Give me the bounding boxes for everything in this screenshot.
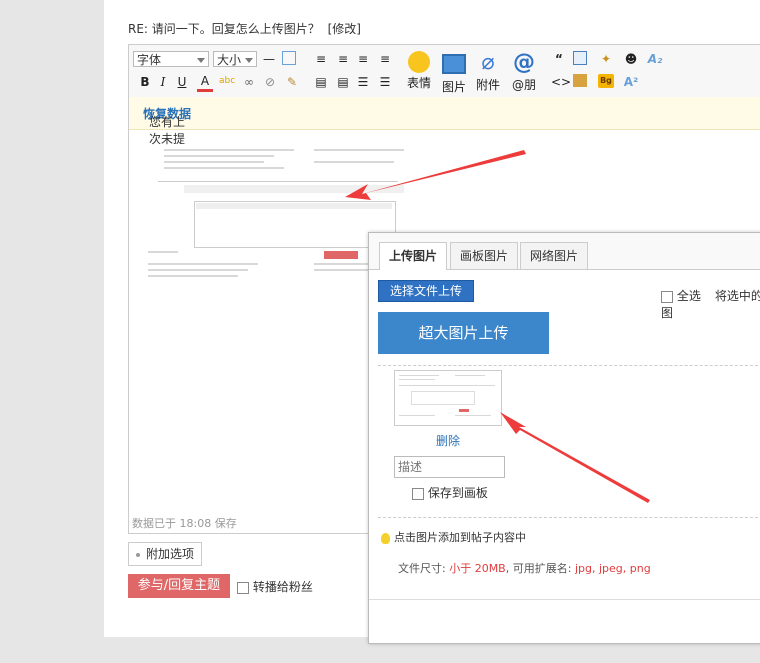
ordered-list-icon[interactable]: ☰ [355, 74, 371, 90]
save-to-board-label: 保存到画板 [427, 486, 488, 500]
align-right-icon[interactable]: ≡ [355, 51, 371, 67]
divider [378, 365, 760, 366]
quote-icon[interactable]: “ [551, 51, 567, 67]
font-family-select[interactable]: 字体 [133, 51, 209, 67]
link-icon[interactable]: ∞ [241, 74, 257, 90]
tab-board-image[interactable]: 画板图片 [450, 242, 518, 269]
attachment-button[interactable]: ⌀ 附件 [472, 51, 504, 93]
dialog-tabs: 上传图片 画板图片 网络图片 [369, 233, 760, 270]
emoji-label: 表情 [406, 76, 431, 90]
bold-button[interactable]: B [137, 74, 153, 90]
lightbulb-icon [381, 532, 390, 544]
reply-title: RE: 请问一下。回复怎么上传图片？ [修改] [128, 20, 361, 37]
horizontal-rule-icon[interactable]: — [261, 51, 277, 67]
forward-to-fans[interactable]: 转播给粉丝 [237, 578, 313, 595]
font-color-button[interactable]: A [197, 73, 213, 92]
align-left-icon[interactable]: ≡ [313, 51, 329, 67]
code-icon[interactable]: <> [551, 74, 571, 90]
choose-file-button[interactable]: 选择文件上传 [378, 280, 474, 302]
uploaded-image-thumbnail[interactable] [394, 370, 502, 426]
align-justify-icon[interactable]: ≡ [377, 51, 393, 67]
reply-title-text: 请问一下。回复怎么上传图片？ [151, 22, 320, 36]
superscript-icon[interactable]: A² [623, 74, 639, 90]
align-center-icon[interactable]: ≡ [335, 51, 351, 67]
tip-text: 点击图片添加到帖子内容中 [381, 529, 526, 545]
reply-prefix: RE: [128, 22, 152, 36]
large-image-upload-button[interactable]: 超大图片上传 [378, 312, 549, 354]
saved-status: 数据已于 18:08 保存 [132, 517, 237, 530]
image-upload-dialog: 上传图片 画板图片 网络图片 选择文件上传 全选 将选中的图 超大图片上传 删除 … [368, 232, 760, 644]
hide-content-icon[interactable] [573, 74, 587, 87]
image-icon [442, 54, 466, 74]
smiley-icon [408, 51, 430, 73]
qq-icon[interactable]: ☻ [623, 51, 639, 67]
clear-format-icon[interactable]: ✎ [284, 74, 300, 90]
extra-options-button[interactable]: 附加选项 [128, 542, 202, 566]
float-right-icon[interactable]: ▤ [335, 74, 351, 90]
extra-options-label: 附加选项 [145, 547, 194, 561]
submit-reply-button[interactable]: 参与/回复主题 [128, 574, 230, 598]
italic-button[interactable]: I [155, 74, 171, 90]
save-to-board-checkbox[interactable] [412, 487, 424, 500]
file-size-info: 文件尺寸: 小于 20MB, 可用扩展名: jpg, jpeg, png [398, 562, 651, 575]
forward-label: 转播给粉丝 [252, 580, 313, 594]
font-size-select[interactable]: 大小 [213, 51, 257, 67]
image-description-input[interactable] [394, 456, 505, 478]
underline-button[interactable]: U [174, 74, 190, 90]
image-button[interactable]: 图片 [438, 51, 470, 95]
bullet-icon [135, 552, 140, 557]
select-all[interactable]: 全选 将选中的图 [661, 287, 760, 321]
background-color-icon[interactable]: Bg [598, 74, 614, 88]
select-all-checkbox[interactable] [661, 290, 673, 303]
dialog-footer-divider [369, 599, 760, 600]
unlink-icon[interactable]: ⊘ [262, 74, 278, 90]
emoji-button[interactable]: 表情 [403, 51, 435, 91]
select-all-label: 全选 [676, 289, 701, 303]
divider [378, 517, 760, 518]
tab-web-image[interactable]: 网络图片 [520, 242, 588, 269]
forward-checkbox[interactable] [237, 581, 249, 594]
unordered-list-icon[interactable]: ☰ [377, 74, 393, 90]
password-icon[interactable]: ✦ [598, 51, 614, 67]
spellcheck-icon[interactable]: abc [219, 73, 235, 89]
subscript-icon[interactable]: A₂ [647, 51, 663, 67]
delete-image-link[interactable]: 删除 [436, 432, 460, 449]
mention-label: @朋 [511, 78, 536, 92]
edit-title-link[interactable]: [修改] [328, 22, 361, 36]
free-box-icon[interactable] [573, 51, 587, 65]
editor-toolbar: 字体 大小 — B I U A abc ∞ ⊘ ✎ ≡ ≡ ≡ ≡ ▤ ▤ ☰ … [129, 45, 760, 98]
tab-upload-image[interactable]: 上传图片 [379, 242, 447, 270]
save-to-board[interactable]: 保存到画板 [412, 484, 488, 501]
image-label: 图片 [441, 80, 466, 94]
at-sign-icon: @ [513, 50, 535, 75]
attachment-label: 附件 [475, 78, 500, 92]
float-left-icon[interactable]: ▤ [313, 74, 329, 90]
mention-button[interactable]: @ @朋 [506, 51, 542, 93]
table-icon[interactable] [282, 51, 296, 65]
restore-data-bar: 您有上次未提交成功的数据恢复数据 [129, 97, 760, 180]
paperclip-icon: ⌀ [481, 50, 495, 75]
